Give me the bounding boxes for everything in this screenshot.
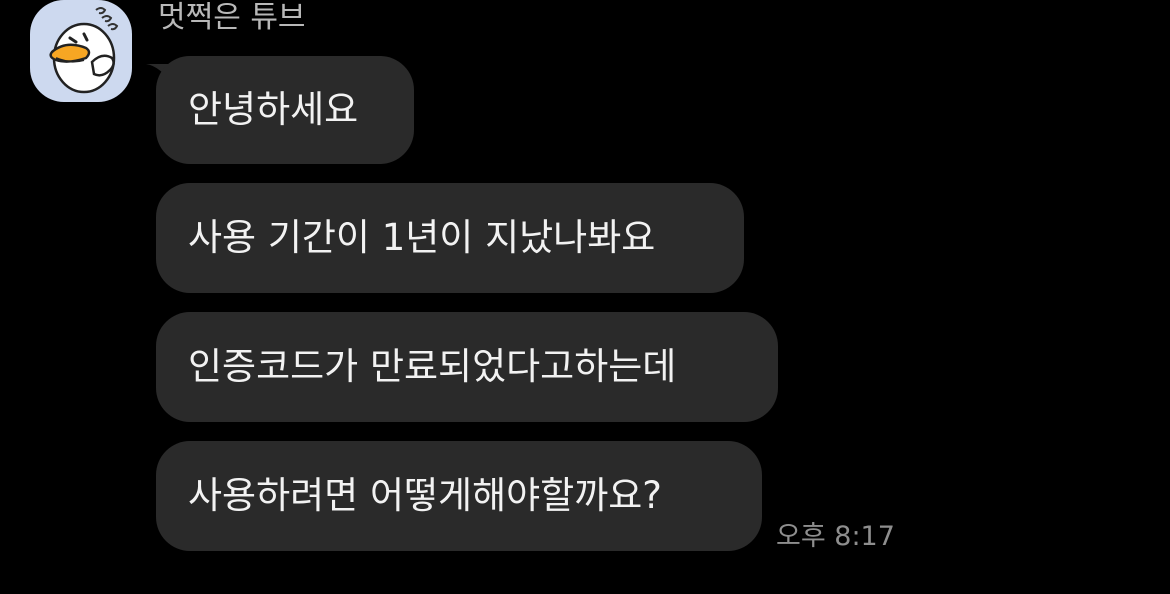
message-text: 인증코드가 만료되었다고하는데 bbox=[188, 345, 677, 388]
sender-avatar[interactable] bbox=[30, 0, 132, 102]
message-text: 사용하려면 어떻게해야할까요? bbox=[188, 474, 662, 517]
message-text: 사용 기간이 1년이 지났나봐요 bbox=[188, 216, 656, 259]
message-bubble[interactable]: 인증코드가 만료되었다고하는데 bbox=[156, 312, 778, 422]
tube-duck-avatar-icon bbox=[49, 7, 119, 94]
sender-name: 멋쩍은 튜브 bbox=[158, 0, 306, 35]
message-text: 안녕하세요 bbox=[188, 88, 359, 131]
message-timestamp: 오후 8:17 bbox=[776, 521, 895, 552]
message-bubble[interactable]: 사용 기간이 1년이 지났나봐요 bbox=[156, 183, 744, 293]
message-bubble[interactable]: 사용하려면 어떻게해야할까요? bbox=[156, 441, 762, 551]
message-bubble[interactable]: 안녕하세요 bbox=[156, 56, 414, 164]
